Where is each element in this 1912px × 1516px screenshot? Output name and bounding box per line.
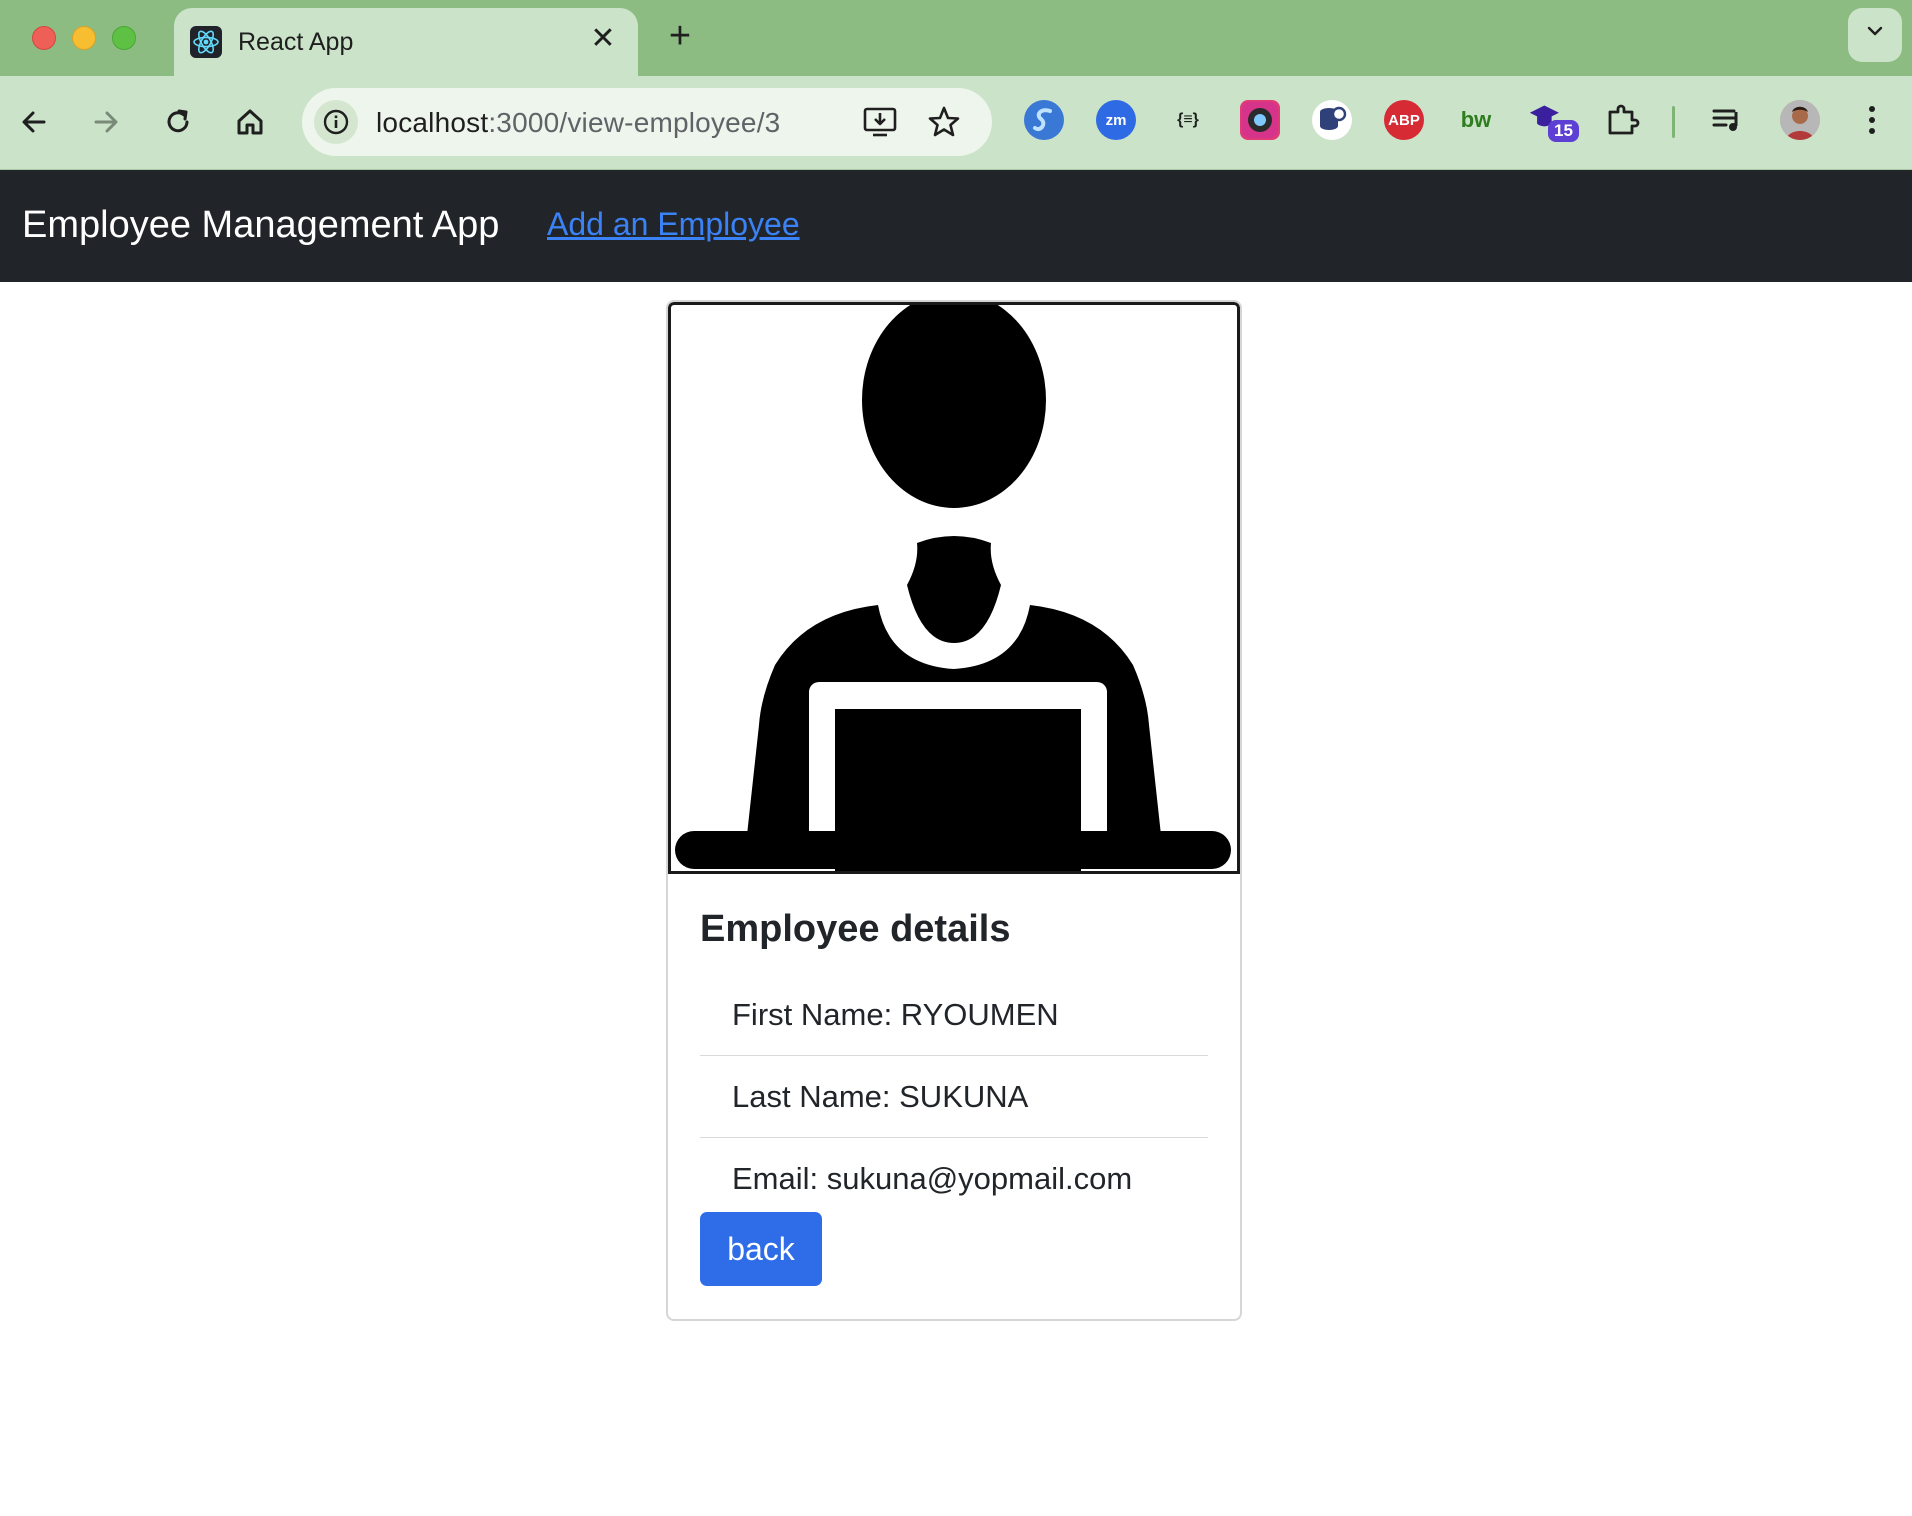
more-menu-icon[interactable] bbox=[1852, 100, 1892, 140]
reload-icon bbox=[167, 109, 189, 133]
address-bar[interactable]: localhost:3000/view-employee/3 bbox=[302, 88, 992, 156]
url-path: :3000/view-employee/3 bbox=[488, 107, 781, 138]
close-window-button[interactable] bbox=[32, 26, 56, 50]
arrow-right-icon bbox=[94, 111, 118, 133]
app-navbar: Employee Management App Add an Employee bbox=[0, 170, 1912, 282]
tab-title: React App bbox=[238, 28, 354, 56]
extensions-puzzle-icon[interactable] bbox=[1602, 100, 1642, 140]
extension-badge: 15 bbox=[1548, 120, 1579, 142]
json-extension-icon[interactable]: {≡} bbox=[1168, 100, 1208, 140]
minimize-window-button[interactable] bbox=[72, 26, 96, 50]
extension-s-icon[interactable] bbox=[1024, 100, 1064, 140]
arrow-left-icon bbox=[22, 111, 46, 133]
reload-button[interactable] bbox=[152, 96, 204, 148]
back-nav-button[interactable] bbox=[8, 96, 60, 148]
first-name-item: First Name: RYOUMEN bbox=[700, 974, 1208, 1056]
add-employee-link[interactable]: Add an Employee bbox=[547, 206, 800, 243]
email-item: Email: sukuna@yopmail.com bbox=[732, 1161, 1133, 1196]
graduation-cap-extension-icon[interactable]: 15 bbox=[1528, 100, 1579, 142]
toolbar-divider bbox=[1672, 106, 1675, 138]
bw-extension-icon[interactable]: bw bbox=[1456, 100, 1496, 140]
tab-search-button[interactable] bbox=[1848, 8, 1902, 62]
forward-nav-button[interactable] bbox=[80, 96, 132, 148]
last-name-item: Last Name: SUKUNA bbox=[700, 1056, 1208, 1138]
close-tab-icon[interactable]: ✕ bbox=[586, 22, 620, 56]
url-host: localhost bbox=[376, 107, 489, 138]
new-tab-button[interactable]: + bbox=[660, 16, 700, 56]
bookmark-star-icon[interactable] bbox=[926, 104, 962, 140]
profile-avatar[interactable] bbox=[1780, 100, 1820, 140]
employee-card: Employee details First Name: RYOUMEN Las… bbox=[666, 300, 1242, 1321]
color-picker-extension-icon[interactable] bbox=[1240, 100, 1280, 140]
employee-avatar-image bbox=[668, 302, 1240, 882]
zoom-window-button[interactable] bbox=[112, 26, 136, 50]
react-logo-icon bbox=[190, 26, 222, 58]
media-queue-icon[interactable] bbox=[1708, 100, 1748, 140]
home-icon bbox=[237, 109, 263, 135]
home-button[interactable] bbox=[224, 96, 276, 148]
site-info-icon[interactable] bbox=[314, 100, 358, 144]
browser-tab[interactable]: React App ✕ bbox=[174, 8, 638, 76]
zoom-extension-icon[interactable]: zm bbox=[1096, 100, 1136, 140]
card-title: Employee details bbox=[700, 908, 1011, 950]
app-brand[interactable]: Employee Management App bbox=[22, 204, 499, 247]
back-button[interactable]: back bbox=[700, 1212, 822, 1286]
url-text[interactable]: localhost:3000/view-employee/3 bbox=[376, 107, 780, 139]
browser-tabstrip: React App ✕ + bbox=[0, 0, 1912, 76]
person-at-laptop-icon bbox=[675, 302, 1231, 882]
install-app-icon[interactable] bbox=[862, 104, 898, 140]
adblock-plus-extension-icon[interactable]: ABP bbox=[1384, 100, 1424, 140]
database-extension-icon[interactable] bbox=[1312, 100, 1352, 140]
browser-toolbar: localhost:3000/view-employee/3 zm {≡} AB… bbox=[0, 76, 1912, 170]
chevron-down-icon bbox=[1867, 26, 1883, 36]
